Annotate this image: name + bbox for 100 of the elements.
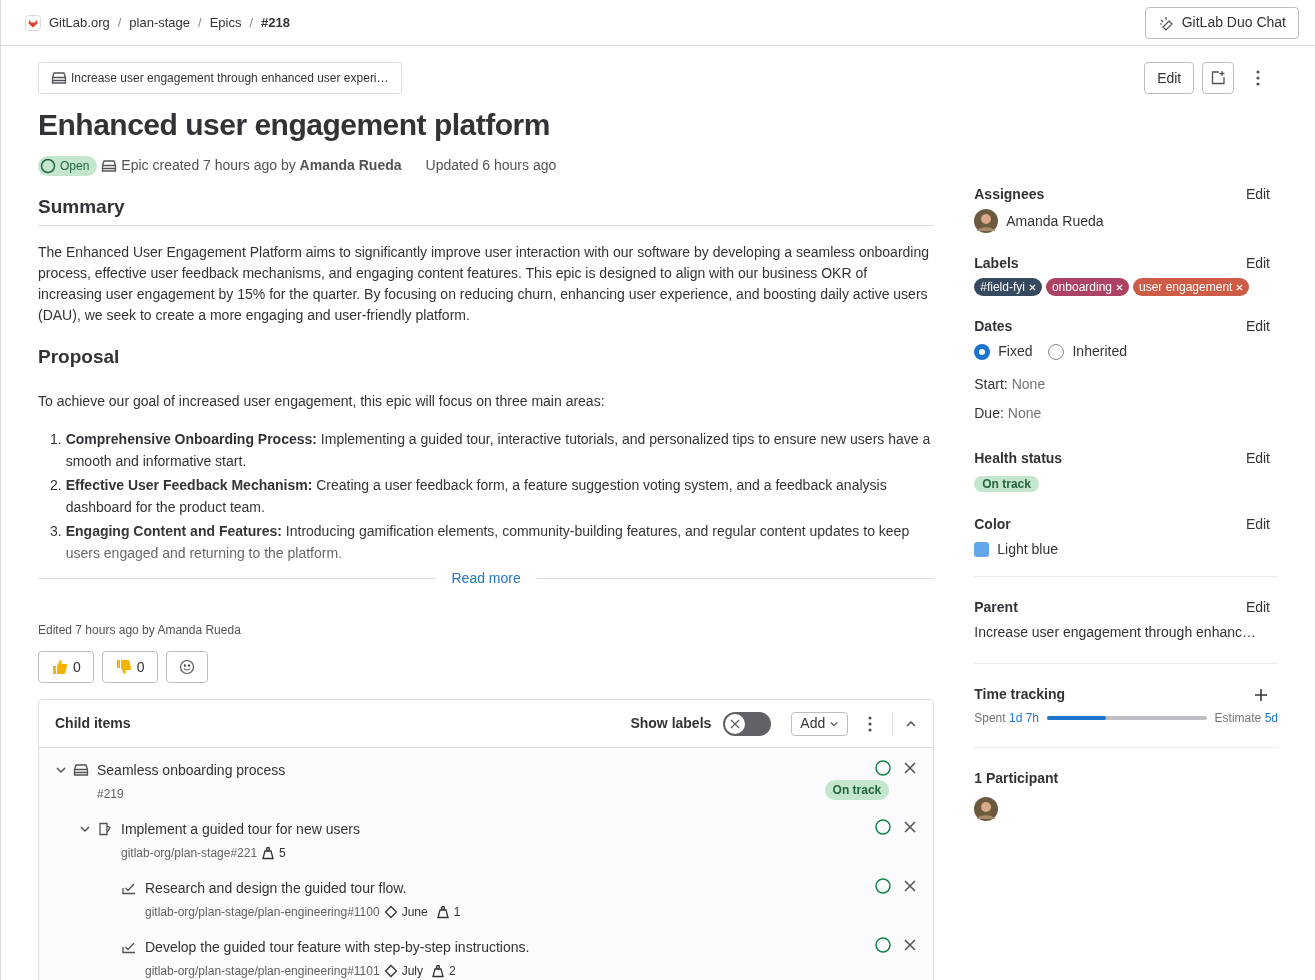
breadcrumb-link[interactable]: Epics	[209, 12, 242, 33]
created-info: Epic created 7 hours ago by Amanda Rueda	[121, 156, 402, 175]
show-labels-toggle[interactable]	[723, 711, 772, 736]
status-circle-icon[interactable]	[875, 819, 892, 835]
date-label: Due:	[974, 404, 1004, 423]
duo-chat-button[interactable]: GitLab Duo Chat	[1144, 6, 1299, 39]
breadcrumb-separator: /	[198, 13, 202, 32]
weight: 2	[448, 963, 456, 980]
item-reference: gitlab-org/plan-stage#221	[121, 845, 258, 862]
child-item-title[interactable]: Research and design the guided tour flow.	[145, 878, 876, 899]
breadcrumb-link[interactable]: #218	[261, 12, 290, 33]
edit-button[interactable]: Edit	[1245, 253, 1270, 274]
paragraph: To achieve our goal of increased user engagement, this epic will focus on three main areas:	[38, 392, 606, 411]
panel-title: Child items	[55, 714, 131, 733]
section-title: Color	[974, 515, 1011, 534]
avatar	[974, 797, 999, 821]
milestone-icon	[383, 905, 398, 919]
status-circle-icon[interactable]	[875, 760, 892, 776]
item-reference: gitlab-org/plan-stage/plan-engineering#1101	[145, 963, 380, 980]
color-name: Light blue	[997, 540, 1058, 559]
edit-button[interactable]: Edit	[1245, 316, 1270, 337]
close-icon[interactable]	[903, 761, 918, 775]
label-tag[interactable]: onboarding	[1045, 278, 1129, 296]
more-icon[interactable]	[868, 715, 873, 732]
reaction-count: 0	[136, 657, 145, 677]
updated-info: Updated 6 hours ago	[425, 156, 557, 175]
edit-button[interactable]: Edit	[1245, 597, 1270, 618]
item-reference: gitlab-org/plan-stage/plan-engineering#1100	[145, 904, 380, 921]
edit-button[interactable]: Edit	[1245, 184, 1270, 205]
more-icon	[1256, 70, 1261, 86]
weight-icon	[435, 905, 450, 919]
spent-label: Spent 1d 7h	[974, 710, 1039, 727]
milestone: June	[401, 904, 428, 921]
list-item-text: Effective User Feedback Mechanism: Creating a user feedback form, a feature suggestion voting system, and a feedback analysis dashboard for the product team.	[65, 476, 888, 517]
close-icon	[730, 718, 741, 729]
edit-button[interactable]: Edit	[1245, 514, 1270, 535]
weight-icon	[430, 964, 445, 978]
close-icon[interactable]	[903, 820, 918, 834]
reaction-button[interactable]: 0	[38, 651, 94, 683]
section-title: Health status	[974, 449, 1063, 468]
edit-button[interactable]: Edit	[1144, 62, 1195, 94]
list-number: 2.	[50, 476, 62, 495]
paragraph: The Enhanced User Engagement Platform aims to significantly improve user interaction with our software by developing a seamless onboarding process, effective user feedback mechanisms, and engaging content features. This epic is designed to align with our business OKR of increasing user engagement by 15% for the quarter. By focusing on reducing churn, enhancing user experience, and boosting daily active users (DAU), we seek to create a more engaging and user-friendly platform.	[38, 243, 931, 325]
status-circle-icon[interactable]	[875, 937, 892, 953]
reaction-count: 0	[73, 657, 81, 677]
reaction-button[interactable]: 0	[101, 651, 158, 683]
assignee-name[interactable]: Amanda Rueda	[1006, 210, 1104, 232]
breadcrumb-link[interactable]: plan-stage	[129, 12, 191, 33]
section-heading: Proposal	[38, 346, 121, 369]
status-badge: Open	[38, 155, 98, 176]
remove-icon[interactable]	[1236, 283, 1244, 291]
label-tag[interactable]: user engagement	[1133, 278, 1250, 296]
remove-icon[interactable]	[1116, 283, 1123, 291]
parent-link[interactable]: Increase user engagement through enhanc…	[974, 624, 1256, 640]
child-item-title[interactable]: Implement a guided tour for new users	[121, 819, 876, 840]
close-icon[interactable]	[903, 938, 918, 952]
section-title: Dates	[974, 317, 1013, 336]
radio-button[interactable]	[974, 343, 991, 360]
add-dropdown[interactable]: Add	[791, 711, 849, 736]
child-item-title[interactable]: Develop the guided tour feature with step-by-step instructions.	[145, 937, 876, 958]
list-item-text: Comprehensive Onboarding Process: Implementing a guided tour, interactive tutorials, and personalized tips to ensure new users have a smooth and informative start.	[65, 430, 932, 471]
section-heading: Summary	[38, 196, 935, 226]
section-title: 1 Participant	[974, 769, 1060, 788]
weight-icon	[261, 846, 276, 860]
chevron-icon[interactable]	[79, 823, 91, 835]
chevron-icon[interactable]	[55, 764, 67, 776]
read-more-link[interactable]: Read more	[451, 568, 521, 589]
issue-icon	[97, 821, 113, 837]
section-title: Time tracking	[974, 685, 1066, 704]
milestone-icon	[383, 964, 398, 978]
label-tag[interactable]: #field-fyi	[974, 278, 1042, 296]
breadcrumb-separator: /	[117, 13, 122, 32]
epic-icon	[101, 157, 118, 174]
avatar	[974, 209, 999, 233]
list-number: 1.	[50, 430, 62, 449]
group-logo-icon	[25, 14, 41, 31]
open-icon	[40, 157, 56, 174]
child-item-title[interactable]: Seamless onboarding process	[97, 760, 825, 781]
date-value: None	[1011, 375, 1046, 394]
status-circle-icon[interactable]	[875, 878, 892, 894]
remove-icon[interactable]	[1028, 283, 1036, 291]
thumbs-up-icon	[51, 658, 69, 676]
add-icon[interactable]	[1254, 687, 1268, 702]
date-label: Start:	[974, 375, 1008, 394]
edit-button[interactable]: Edit	[1245, 448, 1270, 469]
parent-epic-chip[interactable]: Increase user engagement through enhanced user experi…	[38, 62, 402, 94]
weight: 5	[279, 845, 286, 862]
toggle-label: Show labels	[630, 714, 712, 733]
add-item-icon	[1210, 70, 1227, 86]
close-icon[interactable]	[903, 879, 918, 893]
health-badge: On track	[974, 476, 1039, 492]
new-item-button[interactable]	[1202, 62, 1235, 94]
list-item-text: Engaging Content and Features: Introducing gamification elements, community-building features, and regular content updates to keep users engaged and returning to the platform.	[65, 522, 911, 563]
section-title: Assignees	[974, 185, 1045, 204]
breadcrumb-link[interactable]: GitLab.org	[49, 12, 110, 33]
list-number: 3.	[50, 522, 62, 541]
edited-info: Edited 7 hours ago by Amanda Rueda	[38, 622, 242, 639]
add-reaction-button[interactable]	[165, 651, 208, 683]
thumbs-down-icon	[114, 658, 133, 676]
sparkle-icon	[1157, 14, 1174, 31]
